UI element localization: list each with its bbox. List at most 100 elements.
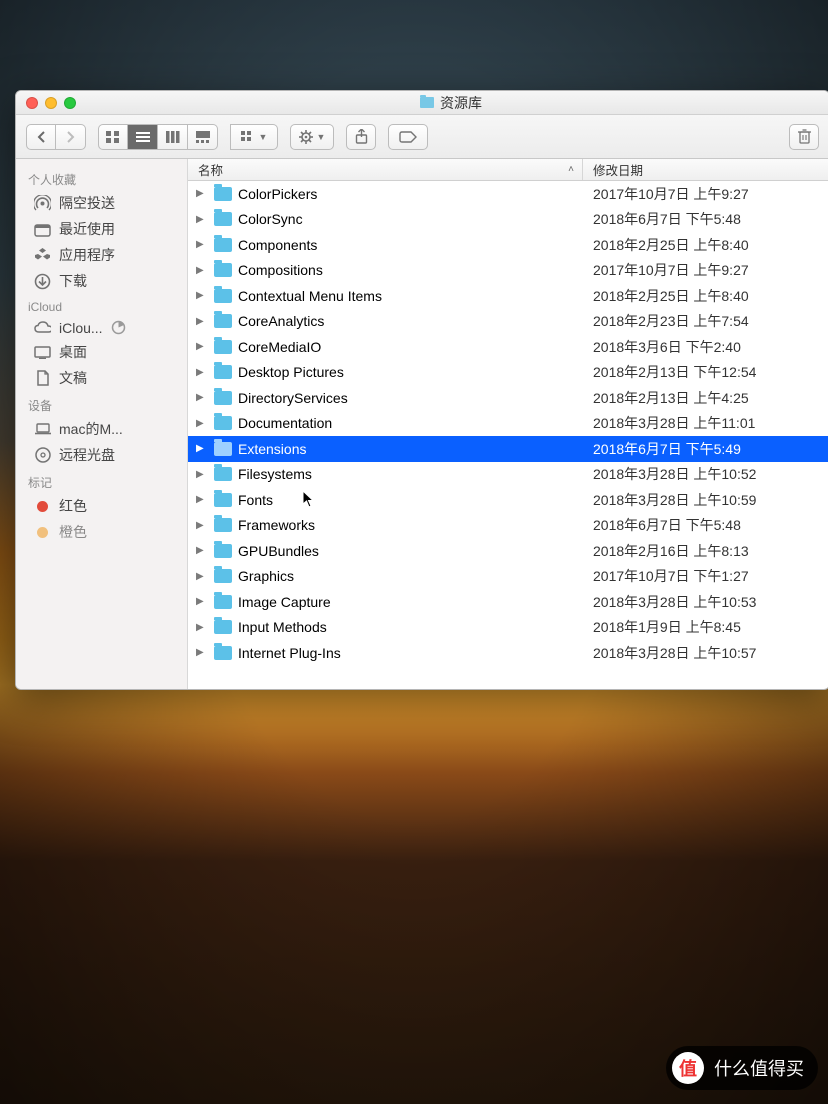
table-row[interactable]: ▶ Fonts 2018年3月28日 上午10:59 [188,487,828,513]
file-name: Compositions [238,262,323,278]
disclosure-triangle-icon[interactable]: ▶ [196,392,208,403]
sidebar-item[interactable]: 隔空投送 [16,190,187,216]
table-row[interactable]: ▶ Desktop Pictures 2018年2月13日 下午12:54 [188,360,828,386]
icloud-icon [34,319,51,336]
disclosure-triangle-icon[interactable]: ▶ [196,443,208,454]
chevron-left-icon [36,131,47,143]
sidebar-item[interactable]: iClou... [16,316,187,339]
disclosure-triangle-icon[interactable]: ▶ [196,545,208,556]
columns-icon [166,131,180,143]
sidebar: 个人收藏隔空投送最近使用应用程序下载iCloudiClou...桌面文稿设备ma… [16,159,188,689]
folder-icon [214,493,232,507]
arrange-button[interactable]: ▼ [230,124,278,150]
disclosure-triangle-icon[interactable]: ▶ [196,367,208,378]
file-name: ColorSync [238,211,303,227]
table-row[interactable]: ▶CoreAnalytics2018年2月23日 上午7:54 [188,309,828,335]
sidebar-item[interactable]: 应用程序 [16,242,187,268]
forward-button[interactable] [56,124,86,150]
disclosure-triangle-icon[interactable]: ▶ [196,520,208,531]
sidebar-item[interactable]: 文稿 [16,365,187,391]
file-date: 2018年2月13日 下午12:54 [583,362,828,382]
table-row[interactable]: ▶ColorPickers2017年10月7日 上午9:27 [188,181,828,207]
table-row[interactable]: ▶CoreMediaIO2018年3月6日 下午2:40 [188,334,828,360]
tag-icon [34,524,51,541]
airdrop-icon [34,195,51,212]
table-row[interactable]: ▶Extensions2018年6月7日 下午5:49 [188,436,828,462]
disclosure-triangle-icon[interactable]: ▶ [196,418,208,429]
chevron-down-icon: ▼ [259,132,268,142]
folder-icon [214,187,232,201]
disclosure-triangle-icon[interactable]: ▶ [196,316,208,327]
file-name: Desktop Pictures [238,364,344,380]
zoom-button[interactable] [64,97,76,109]
apps-icon [34,247,51,264]
file-name: Documentation [238,415,332,431]
table-row[interactable]: ▶Input Methods2018年1月9日 上午8:45 [188,615,828,641]
back-button[interactable] [26,124,56,150]
gear-icon [299,130,313,144]
view-list-button[interactable] [128,124,158,150]
table-row[interactable]: ▶GPUBundles2018年2月16日 上午8:13 [188,538,828,564]
disclosure-triangle-icon[interactable]: ▶ [196,596,208,607]
folder-icon [214,518,232,532]
file-date: 2018年2月25日 上午8:40 [583,235,828,255]
table-row[interactable]: ▶Graphics2017年10月7日 下午1:27 [188,564,828,590]
disclosure-triangle-icon[interactable]: ▶ [196,571,208,582]
sidebar-item[interactable]: 橙色 [16,519,187,545]
column-header-date[interactable]: 修改日期 [583,159,828,180]
table-row[interactable]: ▶DirectoryServices2018年2月13日 上午4:25 [188,385,828,411]
folder-icon [214,263,232,277]
table-row[interactable]: ▶Components2018年2月25日 上午8:40 [188,232,828,258]
tags-button[interactable] [388,124,428,150]
file-date: 2017年10月7日 上午9:27 [583,260,828,280]
sidebar-item[interactable]: 红色 [16,493,187,519]
table-row[interactable]: ▶Contextual Menu Items2018年2月25日 上午8:40 [188,283,828,309]
file-rows[interactable]: ▶ColorPickers2017年10月7日 上午9:27▶ColorSync… [188,181,828,689]
trash-button[interactable] [789,124,819,150]
sidebar-item[interactable]: 远程光盘 [16,442,187,468]
table-row[interactable]: ▶ColorSync2018年6月7日 下午5:48 [188,207,828,233]
table-row[interactable]: ▶Internet Plug-Ins2018年3月28日 上午10:57 [188,640,828,666]
disclosure-triangle-icon[interactable]: ▶ [196,622,208,633]
minimize-button[interactable] [45,97,57,109]
recent-icon [34,221,51,238]
list-icon [136,131,150,143]
view-columns-button[interactable] [158,124,188,150]
disclosure-triangle-icon[interactable]: ▶ [196,647,208,658]
table-row[interactable]: ▶Image Capture2018年3月28日 上午10:53 [188,589,828,615]
column-header-name[interactable]: 名称 ˄ [188,159,583,180]
file-list: 名称 ˄ 修改日期 ▶ColorPickers2017年10月7日 上午9:27… [188,159,828,689]
folder-icon [214,391,232,405]
file-name: CoreAnalytics [238,313,324,329]
view-icons-button[interactable] [98,124,128,150]
sidebar-item[interactable]: 桌面 [16,339,187,365]
sidebar-item-label: 橙色 [59,522,87,542]
disclosure-triangle-icon[interactable]: ▶ [196,265,208,276]
disclosure-triangle-icon[interactable]: ▶ [196,214,208,225]
table-row[interactable]: ▶Documentation2018年3月28日 上午11:01 [188,411,828,437]
table-row[interactable]: ▶Frameworks2018年6月7日 下午5:48 [188,513,828,539]
action-button[interactable]: ▼ [290,124,334,150]
titlebar[interactable]: 资源库 [16,91,828,115]
sidebar-item[interactable]: 下载 [16,268,187,294]
sidebar-item[interactable]: mac的M... [16,416,187,442]
file-name: Fonts [238,492,273,508]
table-row[interactable]: ▶Filesystems2018年3月28日 上午10:52 [188,462,828,488]
sidebar-item[interactable]: 最近使用 [16,216,187,242]
table-row[interactable]: ▶ Compositions 2017年10月7日 上午9:27 [188,258,828,284]
sidebar-item-label: 远程光盘 [59,445,115,465]
disclosure-triangle-icon[interactable]: ▶ [196,290,208,301]
share-button[interactable] [346,124,376,150]
disclosure-triangle-icon[interactable]: ▶ [196,188,208,199]
disclosure-triangle-icon[interactable]: ▶ [196,494,208,505]
disclosure-triangle-icon[interactable]: ▶ [196,469,208,480]
view-gallery-button[interactable] [188,124,218,150]
folder-icon [214,442,232,456]
disclosure-triangle-icon[interactable]: ▶ [196,239,208,250]
folder-icon [214,340,232,354]
disclosure-triangle-icon[interactable]: ▶ [196,341,208,352]
disc-icon [34,447,51,464]
documents-icon [34,370,51,387]
file-date: 2018年3月28日 上午10:59 [583,490,828,510]
close-button[interactable] [26,97,38,109]
